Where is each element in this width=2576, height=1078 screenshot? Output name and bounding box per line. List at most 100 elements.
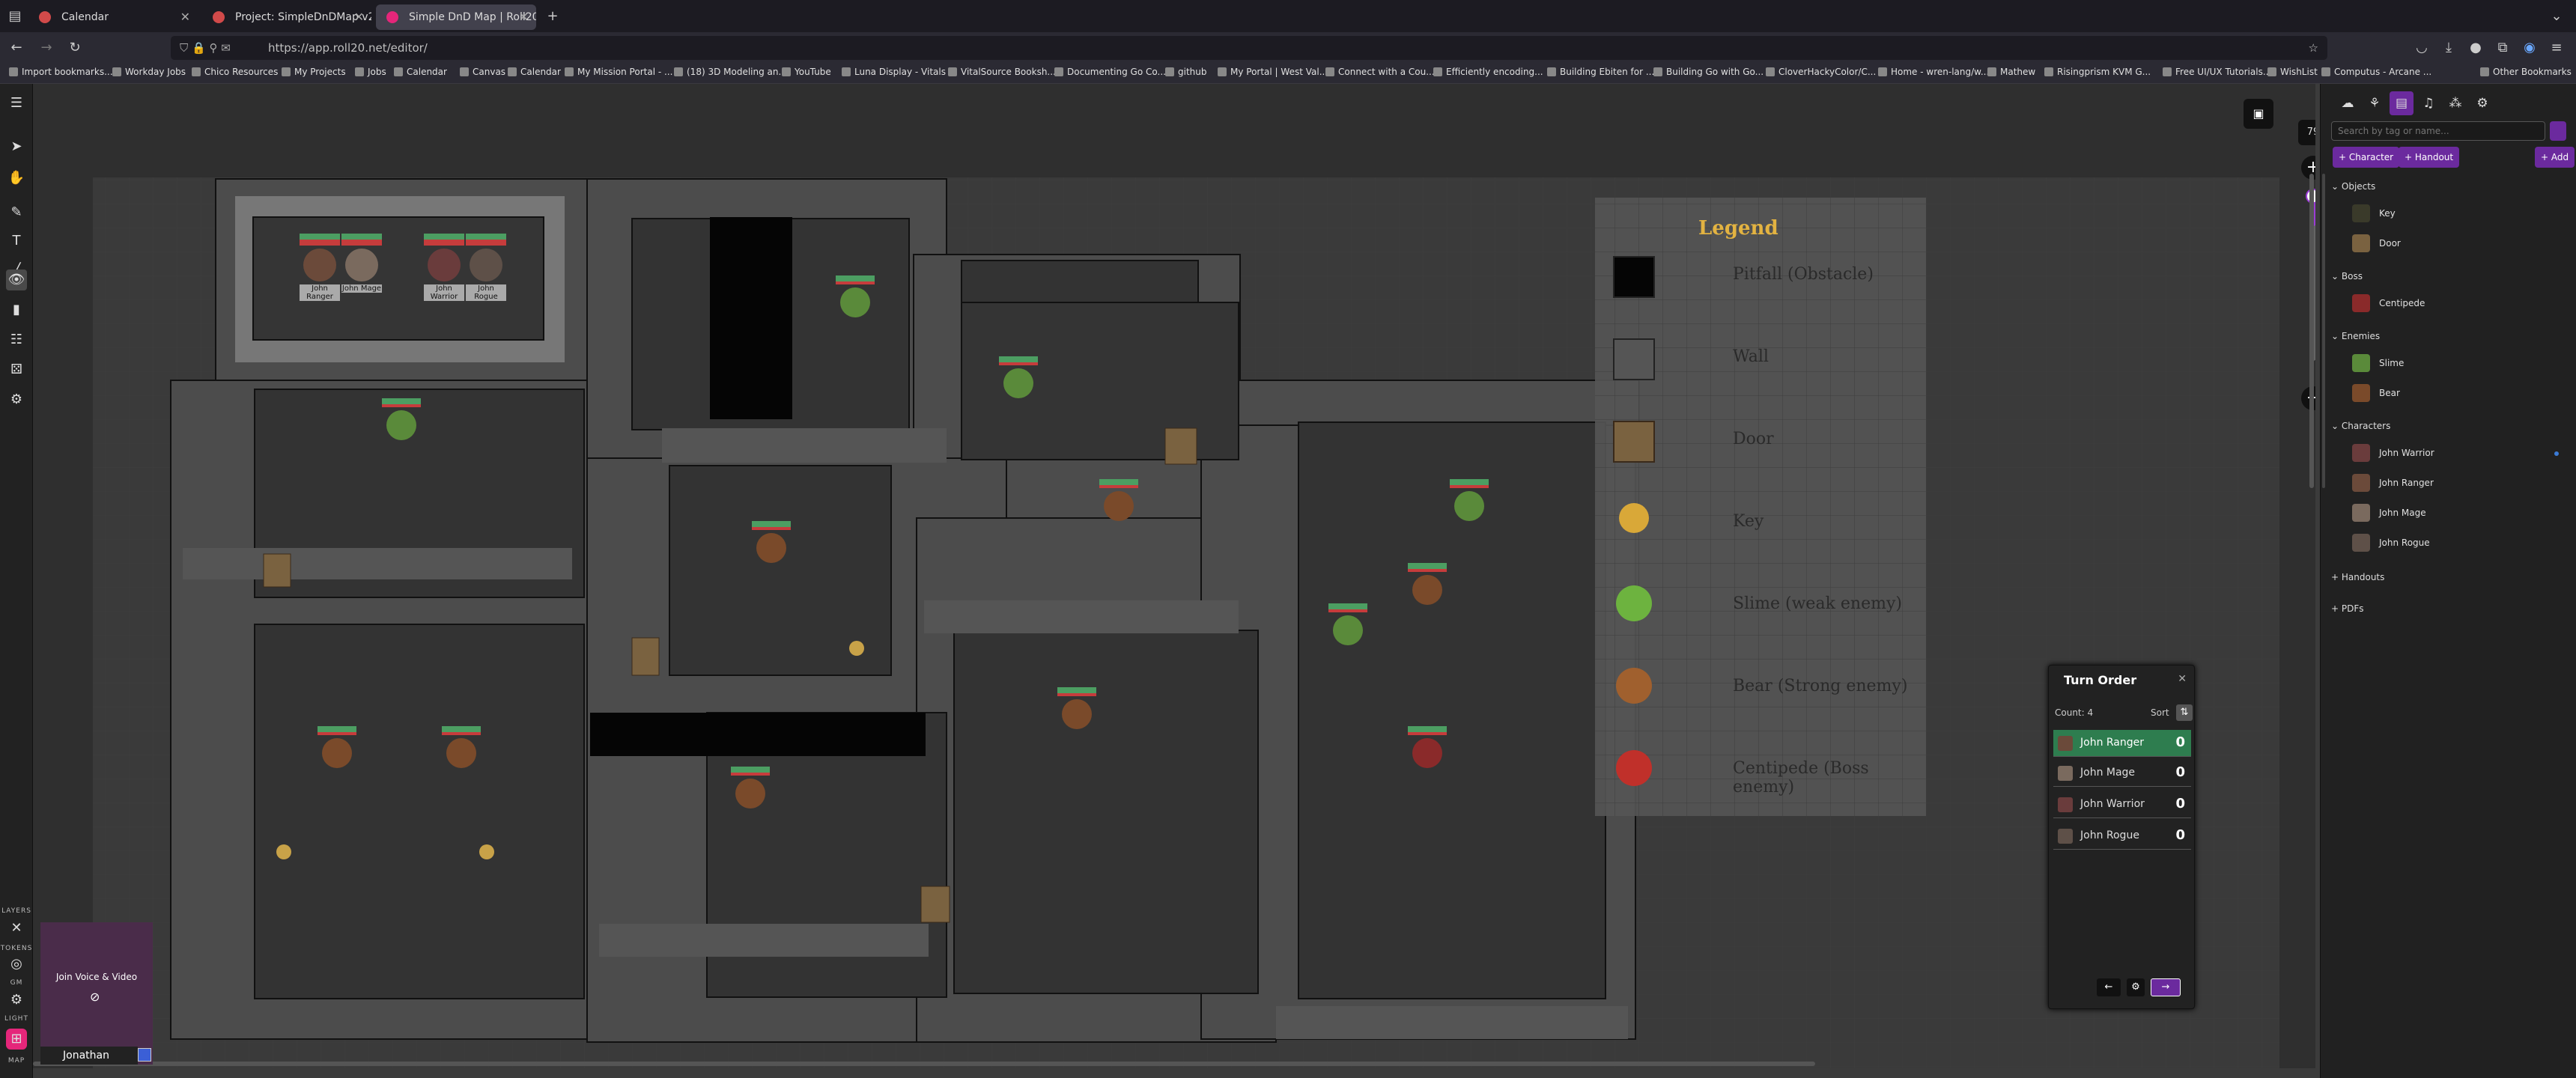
bookmark-item[interactable]: Building Ebiten for ...: [1547, 67, 1654, 77]
art-library-icon[interactable]: ⚘: [2363, 91, 2387, 115]
enemy-slime-token[interactable]: [382, 398, 421, 443]
settings-icon[interactable]: ⚙: [2470, 91, 2494, 115]
add-handout-button[interactable]: + Handout: [2399, 147, 2460, 168]
bookmark-item[interactable]: Building Go with Go...: [1653, 67, 1764, 77]
downloads-icon[interactable]: ⤓: [2438, 37, 2459, 58]
next-turn-button[interactable]: →: [2151, 978, 2181, 996]
bookmark-item[interactable]: Workday Jobs: [112, 67, 186, 77]
turn-entry[interactable]: John Ranger 0: [2053, 730, 2191, 757]
journal-search-input[interactable]: [2331, 121, 2545, 141]
folder-objects[interactable]: ⌄ Objects: [2331, 181, 2375, 192]
journal-item-slime[interactable]: Slime: [2352, 350, 2562, 376]
account-icon[interactable]: ●: [2465, 37, 2486, 58]
journal-item-bear[interactable]: Bear: [2352, 380, 2562, 406]
bookmark-item[interactable]: Risingprism KVM G...: [2044, 67, 2151, 77]
bookmark-item[interactable]: (18) 3D Modeling an...: [674, 67, 787, 77]
token-john-ranger[interactable]: John Ranger: [300, 234, 340, 301]
bookmark-item[interactable]: Import bookmarks...: [9, 67, 113, 77]
horizontal-scrollbar[interactable]: [33, 1062, 1815, 1066]
journal-item-john-rogue[interactable]: John Rogue: [2352, 530, 2562, 555]
bookmark-item[interactable]: My Portal | West Val...: [1218, 67, 1328, 77]
dice-icon[interactable]: ⚄: [6, 359, 27, 380]
select-icon[interactable]: ➤: [6, 136, 27, 157]
pan-hand-icon[interactable]: ✋: [6, 168, 27, 189]
bookmark-item[interactable]: Efficiently encoding...: [1433, 67, 1543, 77]
turn-entry-value[interactable]: 0: [2175, 827, 2185, 843]
journal-item-centipede[interactable]: Centipede: [2352, 290, 2562, 316]
tab-project[interactable]: Project: SimpleDnDMap v2 ✕: [202, 4, 371, 30]
bookmark-star-icon[interactable]: ☆: [2309, 36, 2318, 60]
tab-list-icon[interactable]: ⌄: [2546, 6, 2567, 27]
vertical-scrollbar[interactable]: [2309, 174, 2314, 488]
bookmark-item[interactable]: Computus - Arcane ...: [2321, 67, 2431, 77]
journal-item-door[interactable]: Door: [2352, 231, 2562, 256]
forward-icon[interactable]: →: [36, 37, 57, 58]
add-button[interactable]: + Add: [2535, 147, 2575, 168]
extensions-icon[interactable]: ⧉: [2492, 37, 2513, 58]
turn-entry[interactable]: John Warrior 0: [2053, 791, 2191, 818]
fog-eye-icon[interactable]: 👁: [6, 270, 27, 290]
previous-turn-button[interactable]: ←: [2097, 978, 2121, 996]
bookmark-item[interactable]: Luna Display - Vitals: [842, 67, 946, 77]
close-icon[interactable]: ✕: [2178, 673, 2187, 685]
turn-entry-value[interactable]: 0: [2175, 764, 2185, 780]
folder-pdfs[interactable]: + PDFs: [2331, 603, 2364, 614]
enemy-bear-token[interactable]: [442, 726, 481, 771]
token-john-warrior[interactable]: John Warrior: [424, 234, 464, 301]
folder-characters[interactable]: ⌄ Characters: [2331, 421, 2390, 431]
gm-icon[interactable]: ⚙: [6, 990, 27, 1011]
bookmark-item[interactable]: Chico Resources: [192, 67, 278, 77]
back-icon[interactable]: ←: [6, 37, 27, 58]
other-bookmarks[interactable]: Other Bookmarks: [2480, 67, 2572, 77]
journal-item-john-mage[interactable]: John Mage: [2352, 500, 2562, 526]
bookmark-item[interactable]: Documenting Go Co...: [1054, 67, 1166, 77]
list-icon[interactable]: ☷: [6, 329, 27, 350]
bookmark-item[interactable]: Connect with a Cou...: [1325, 67, 1435, 77]
enemy-bear-token[interactable]: [318, 726, 356, 771]
hamburger-menu-icon[interactable]: ☰: [6, 93, 27, 114]
bookmark-item[interactable]: Jobs: [355, 67, 386, 77]
journal-icon[interactable]: ▤: [2390, 91, 2414, 115]
folder-boss[interactable]: ⌄ Boss: [2331, 271, 2363, 281]
panel-scrollbar[interactable]: [2322, 174, 2325, 488]
profile-icon[interactable]: ◉: [2519, 37, 2540, 58]
journal-item-john-warrior[interactable]: John Warrior: [2352, 440, 2562, 466]
screenshot-button[interactable]: ▣: [2244, 99, 2273, 129]
enemy-bear-token[interactable]: [1057, 687, 1096, 732]
bookmark-item[interactable]: Calendar: [394, 67, 447, 77]
map-icon[interactable]: ⊞: [6, 1029, 27, 1050]
bookmark-item[interactable]: Free UI/UX Tutorials...: [2163, 67, 2271, 77]
dungeon-map[interactable]: [33, 84, 2315, 1068]
bookmark-item[interactable]: WishList: [2267, 67, 2318, 77]
sidebar-toggle-icon[interactable]: ▤: [4, 6, 25, 27]
enemy-bear-token[interactable]: [752, 521, 791, 566]
turn-entry-value[interactable]: 0: [2175, 734, 2185, 750]
mic-icon[interactable]: ⊘: [90, 990, 100, 1004]
map-canvas[interactable]: John Ranger John Mage John Warrior John …: [33, 84, 2315, 1068]
reload-icon[interactable]: ↻: [64, 37, 85, 58]
bookmark-item[interactable]: Mathew: [1987, 67, 2035, 77]
sort-icon[interactable]: ⇅: [2176, 704, 2193, 721]
menu-icon[interactable]: ≡: [2546, 37, 2567, 58]
journal-item-key[interactable]: Key: [2352, 201, 2562, 226]
folder-enemies[interactable]: ⌄ Enemies: [2331, 331, 2380, 341]
compendium-icon[interactable]: ♫: [2416, 91, 2440, 115]
close-tab-icon[interactable]: ✕: [354, 4, 364, 30]
text-icon[interactable]: T: [6, 231, 27, 252]
collections-icon[interactable]: ⁂: [2443, 91, 2467, 115]
new-tab-button[interactable]: +: [542, 6, 563, 27]
search-icon[interactable]: [2550, 121, 2566, 141]
player-color-swatch[interactable]: [138, 1048, 151, 1062]
enemy-slime-token[interactable]: [1328, 603, 1367, 648]
bookmark-item[interactable]: VitalSource Booksh...: [948, 67, 1056, 77]
tab-roll20[interactable]: Simple DnD Map | Roll20 ✕: [376, 4, 536, 30]
chat-icon[interactable]: ☁: [2336, 91, 2360, 115]
turn-entry-value[interactable]: 0: [2175, 796, 2185, 811]
bookmark-item[interactable]: Home - wren-lang/w...: [1878, 67, 1989, 77]
voice-video-panel[interactable]: Join Voice & Video ⊘ Jonathan: [40, 922, 153, 1065]
journal-item-john-ranger[interactable]: John Ranger: [2352, 470, 2562, 496]
settings-icon[interactable]: ⚙: [6, 389, 27, 410]
enemy-bear-token[interactable]: [731, 767, 770, 811]
bookmark-item[interactable]: YouTube: [782, 67, 831, 77]
pocket-icon[interactable]: ◡: [2411, 37, 2432, 58]
